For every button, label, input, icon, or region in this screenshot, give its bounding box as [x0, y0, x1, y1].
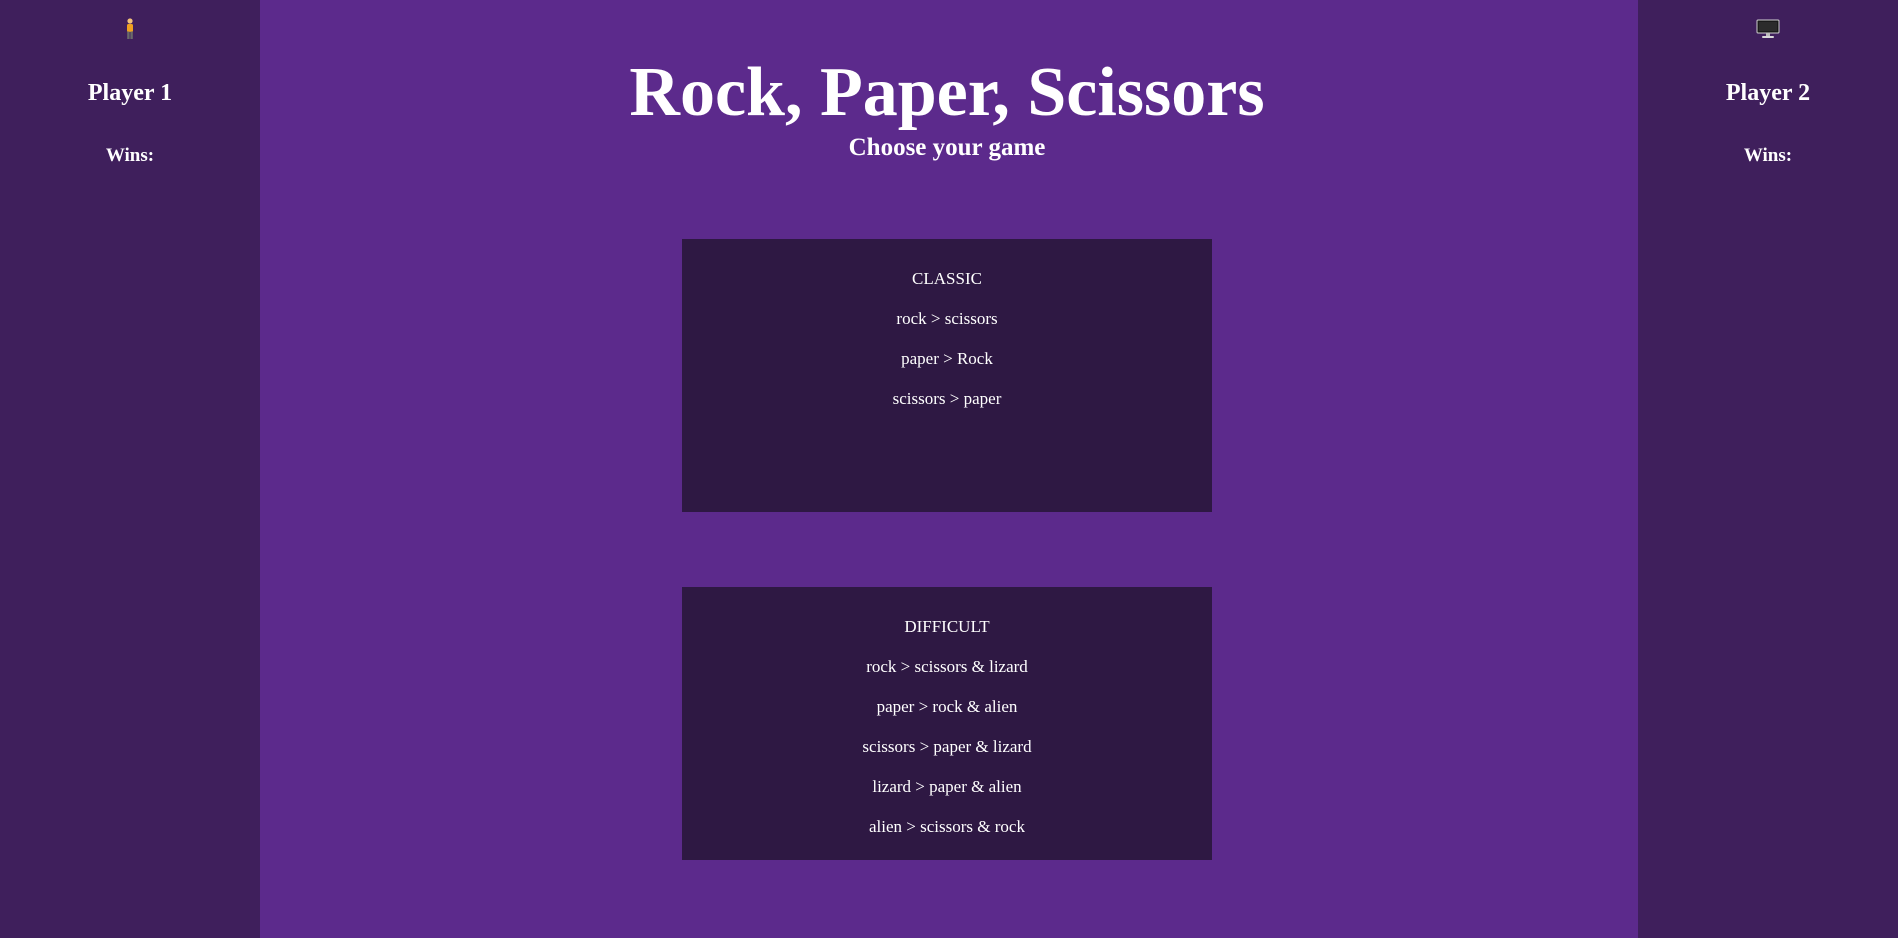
difficult-rule: alien > scissors & rock — [869, 817, 1025, 836]
classic-rule: scissors > paper — [892, 389, 1002, 408]
page-subtitle: Choose your game — [848, 134, 1046, 161]
player2-panel: Player 2 Wins: — [1638, 0, 1898, 938]
player2-wins: Wins: — [1743, 145, 1793, 166]
main-content: Rock, Paper, Scissors Choose your game C… — [260, 0, 1634, 938]
game-screen: Player 1 Wins: Rock, Paper, Scissors Cho… — [0, 0, 1898, 938]
player1-panel: Player 1 Wins: — [0, 0, 260, 938]
page-title: Rock, Paper, Scissors — [629, 54, 1265, 131]
classic-title: CLASSIC — [912, 269, 982, 288]
classic-game-button[interactable]: CLASSIC rock > scissors paper > Rock sci… — [682, 239, 1212, 512]
classic-rule: rock > scissors — [896, 309, 998, 328]
difficult-game-button[interactable]: DIFFICULT rock > scissors & lizard paper… — [682, 587, 1212, 860]
computer-icon — [1638, 18, 1898, 42]
difficult-rule: rock > scissors & lizard — [866, 657, 1028, 676]
player1-wins: Wins: — [105, 145, 155, 166]
player2-name: Player 2 — [1725, 80, 1811, 106]
difficult-rule: lizard > paper & alien — [872, 777, 1022, 796]
person-icon — [0, 18, 260, 42]
difficult-rule: scissors > paper & lizard — [862, 737, 1032, 756]
classic-rule: paper > Rock — [901, 349, 993, 368]
player1-name: Player 1 — [87, 80, 173, 106]
difficult-rule: paper > rock & alien — [876, 697, 1018, 716]
difficult-title: DIFFICULT — [904, 617, 990, 636]
